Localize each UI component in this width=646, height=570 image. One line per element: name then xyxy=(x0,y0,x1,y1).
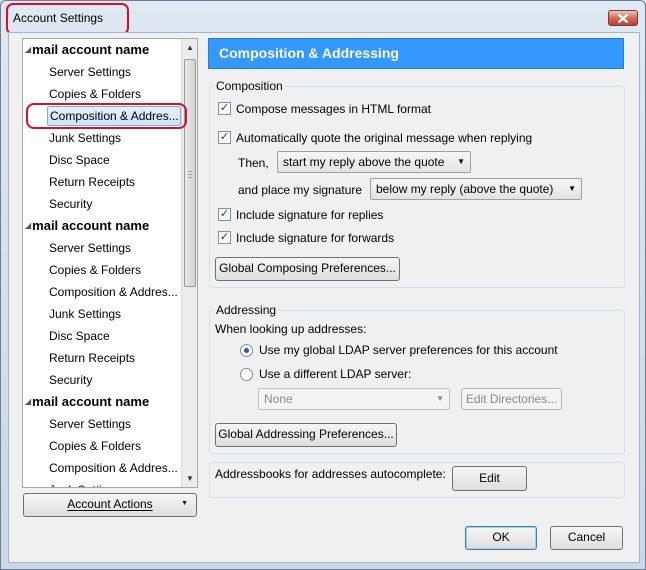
cancel-button[interactable]: Cancel xyxy=(550,526,623,550)
global-composing-preferences-button[interactable]: Global Composing Preferences... xyxy=(215,257,400,281)
signature-replies-checkbox[interactable]: ✓ xyxy=(218,208,231,221)
reply-position-select[interactable]: start my reply above the quote ▼ xyxy=(277,151,471,173)
signature-replies-label: Include signature for replies xyxy=(236,208,384,222)
reply-position-value: start my reply above the quote xyxy=(283,155,445,169)
account-actions-label: Account Actions xyxy=(67,497,153,511)
chevron-down-icon: ▼ xyxy=(181,500,188,507)
tree-item[interactable]: Junk Settings xyxy=(49,304,183,324)
then-label: Then, xyxy=(238,156,269,170)
autocomplete-edit-button[interactable]: Edit xyxy=(452,466,527,491)
html-format-label: Compose messages in HTML format xyxy=(236,102,431,116)
close-icon xyxy=(618,13,628,23)
tree-item[interactable]: Return Receipts xyxy=(49,348,183,368)
tree-item[interactable]: Copies & Folders xyxy=(49,436,183,456)
html-format-checkbox[interactable]: ✓ xyxy=(218,102,231,115)
use-different-ldap-radio[interactable] xyxy=(240,368,253,381)
tree-item[interactable]: Return Receipts xyxy=(49,172,183,192)
chevron-down-icon: ▼ xyxy=(457,157,465,166)
signature-position-select[interactable]: below my reply (above the quote) ▼ xyxy=(370,178,582,200)
tree-item[interactable]: Junk Settings xyxy=(49,128,183,148)
ldap-server-select[interactable]: None ▼ xyxy=(258,388,450,410)
tree-item[interactable]: Copies & Folders xyxy=(49,84,183,104)
account-actions-button[interactable]: Account Actions ▼ xyxy=(23,493,197,517)
chevron-down-icon: ▼ xyxy=(568,184,576,193)
page-title: Composition & Addressing xyxy=(208,38,624,69)
signature-position-value: below my reply (above the quote) xyxy=(376,182,554,196)
auto-quote-label: Automatically quote the original message… xyxy=(236,131,533,145)
autocomplete-label: Addressbooks for addresses autocomplete: xyxy=(215,467,446,481)
tree-item[interactable]: Security xyxy=(49,194,183,214)
use-different-ldap-label: Use a different LDAP server: xyxy=(259,367,412,381)
signature-forwards-checkbox[interactable]: ✓ xyxy=(218,231,231,244)
scroll-up-arrow-icon[interactable]: ▲ xyxy=(182,39,197,56)
title-bar: Account Settings xyxy=(1,1,645,35)
tree-item[interactable]: Server Settings xyxy=(49,238,183,258)
expand-triangle-icon[interactable]: ◢ xyxy=(25,397,31,406)
tree-item[interactable]: Junk Settings xyxy=(49,480,183,487)
dialog-client-area: ◢mail account name Server Settings Copies … xyxy=(8,32,640,563)
tree-item[interactable]: Composition & Addres... xyxy=(49,282,183,302)
tree-item[interactable]: Security xyxy=(49,370,183,390)
chevron-down-icon: ▼ xyxy=(436,394,444,403)
ldap-server-value: None xyxy=(264,392,293,406)
tree-account-1[interactable]: ◢mail account name xyxy=(25,40,183,60)
use-global-ldap-label: Use my global LDAP server preferences fo… xyxy=(259,343,558,357)
title-annotation-ring xyxy=(6,3,129,35)
scroll-down-arrow-icon[interactable]: ▼ xyxy=(182,470,197,487)
account-settings-window: Account Settings ◢mail account name Serve… xyxy=(0,0,646,570)
global-addressing-preferences-button[interactable]: Global Addressing Preferences... xyxy=(215,423,397,447)
signature-forwards-label: Include signature for forwards xyxy=(236,231,395,245)
tree-account-2[interactable]: ◢mail account name xyxy=(25,216,183,236)
use-global-ldap-radio[interactable] xyxy=(240,344,253,357)
tree-account-name: mail account name xyxy=(32,394,150,409)
ok-button[interactable]: OK xyxy=(465,526,537,550)
expand-triangle-icon[interactable]: ◢ xyxy=(25,221,31,230)
tree-item[interactable]: Disc Space xyxy=(49,326,183,346)
tree-account-3[interactable]: ◢mail account name xyxy=(25,392,183,412)
lookup-label: When looking up addresses: xyxy=(215,322,367,336)
tree-item[interactable]: Server Settings xyxy=(49,62,183,82)
close-button[interactable] xyxy=(608,10,638,26)
tree-item[interactable]: Disc Space xyxy=(49,150,183,170)
composition-group-label: Composition xyxy=(214,79,285,93)
selection-annotation-ring xyxy=(26,103,187,129)
addressing-group-label: Addressing xyxy=(214,303,279,317)
edit-directories-button[interactable]: Edit Directories... xyxy=(461,388,562,410)
tree-item[interactable]: Composition & Addres... xyxy=(49,458,183,478)
signature-position-label: and place my signature xyxy=(238,183,363,197)
scroll-thumb[interactable]: ⎯ ⎯ ⎯ xyxy=(184,59,196,287)
expand-triangle-icon[interactable]: ◢ xyxy=(25,45,31,54)
tree-item[interactable]: Copies & Folders xyxy=(49,260,183,280)
tree-item[interactable]: Server Settings xyxy=(49,414,183,434)
tree-account-name: mail account name xyxy=(32,218,150,233)
tree-account-name: mail account name xyxy=(32,42,150,57)
auto-quote-checkbox[interactable]: ✓ xyxy=(218,131,231,144)
grip-icon: ⎯ ⎯ ⎯ xyxy=(188,167,192,182)
